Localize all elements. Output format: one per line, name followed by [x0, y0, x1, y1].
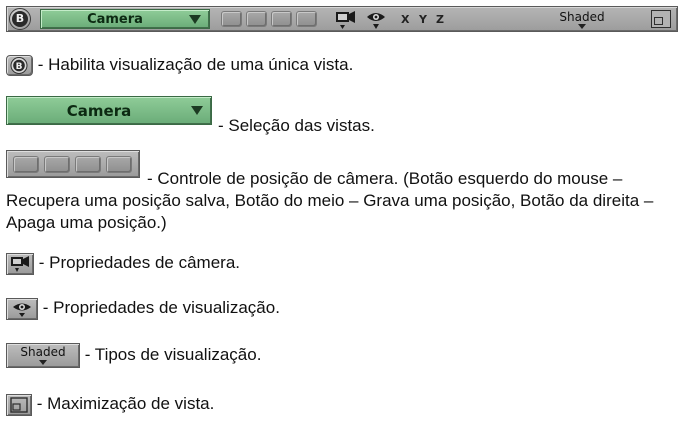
dropdown-arrow-icon [191, 106, 203, 115]
legend-row-view-props: - Propriedades de visualização. [6, 297, 280, 320]
shading-sample-box: Shaded [6, 343, 80, 368]
single-view-icon: B [6, 55, 33, 77]
dropdown-arrow-icon [189, 14, 201, 24]
legend-camera-props-text: - Propriedades de câmera. [38, 253, 241, 272]
b-circle-icon: B [10, 57, 28, 75]
caret-down-icon [578, 24, 586, 29]
camera-position-slots [221, 11, 317, 27]
axis-x-label[interactable]: X [401, 13, 410, 26]
axis-z-label[interactable]: Z [436, 13, 445, 26]
legend-row-maximize: - Maximização de vista. [6, 393, 214, 416]
legend-row-view-select: Camera [6, 96, 212, 125]
camera-slot-1[interactable] [221, 11, 242, 27]
camera-icon [11, 255, 29, 272]
maximize-icon [10, 396, 28, 413]
legend-single-view-text: - Habilita visualização de uma única vis… [37, 55, 354, 74]
eye-icon [13, 303, 31, 317]
camera-props-icon-box [6, 252, 34, 275]
legend-camera-position-text: - Controle de posição de câmera. (Botão … [6, 169, 654, 232]
legend-row-single-view: B - Habilita visualização de uma única v… [6, 54, 354, 77]
shading-type-label: Shaded [559, 10, 605, 24]
legend-view-props-text: - Propriedades de visualização. [42, 298, 280, 317]
legend-view-select-desc: - Seleção das vistas. [218, 115, 375, 137]
legend-row-shading: Shaded - Tipos de visualização. [6, 343, 261, 368]
camera-icon[interactable] [335, 10, 357, 30]
legend-row-camera-props: - Propriedades de câmera. [6, 252, 240, 275]
view-select-sample: Camera [6, 96, 212, 125]
camera-slot-4[interactable] [296, 11, 317, 27]
camera-slot-3[interactable] [271, 11, 292, 27]
axis-y-label[interactable]: Y [419, 13, 428, 26]
single-view-button[interactable]: B [9, 8, 31, 30]
eye-icon[interactable] [365, 10, 387, 30]
b-letter-icon: B [12, 11, 28, 27]
shading-type-button[interactable]: Shaded [556, 10, 608, 29]
b-letter-mark: B [16, 62, 23, 72]
maximize-icon [654, 17, 663, 25]
shading-sample-label: Shaded [20, 345, 66, 359]
view-props-icon-box [6, 297, 38, 320]
legend-maximize-text: - Maximização de vista. [36, 394, 215, 413]
legend-view-select-text: - Seleção das vistas. [218, 116, 375, 135]
view-select-sample-label: Camera [66, 101, 132, 120]
camera-slot-2[interactable] [246, 11, 267, 27]
viewport-toolbar: B Camera X Y Z Shaded [6, 6, 678, 32]
maximize-button[interactable] [651, 10, 671, 28]
legend-shading-text: - Tipos de visualização. [84, 344, 262, 364]
view-select-dropdown[interactable]: Camera [40, 9, 210, 29]
maximize-icon-box [6, 393, 32, 416]
caret-down-icon [39, 360, 47, 365]
view-select-label: Camera [87, 11, 143, 27]
